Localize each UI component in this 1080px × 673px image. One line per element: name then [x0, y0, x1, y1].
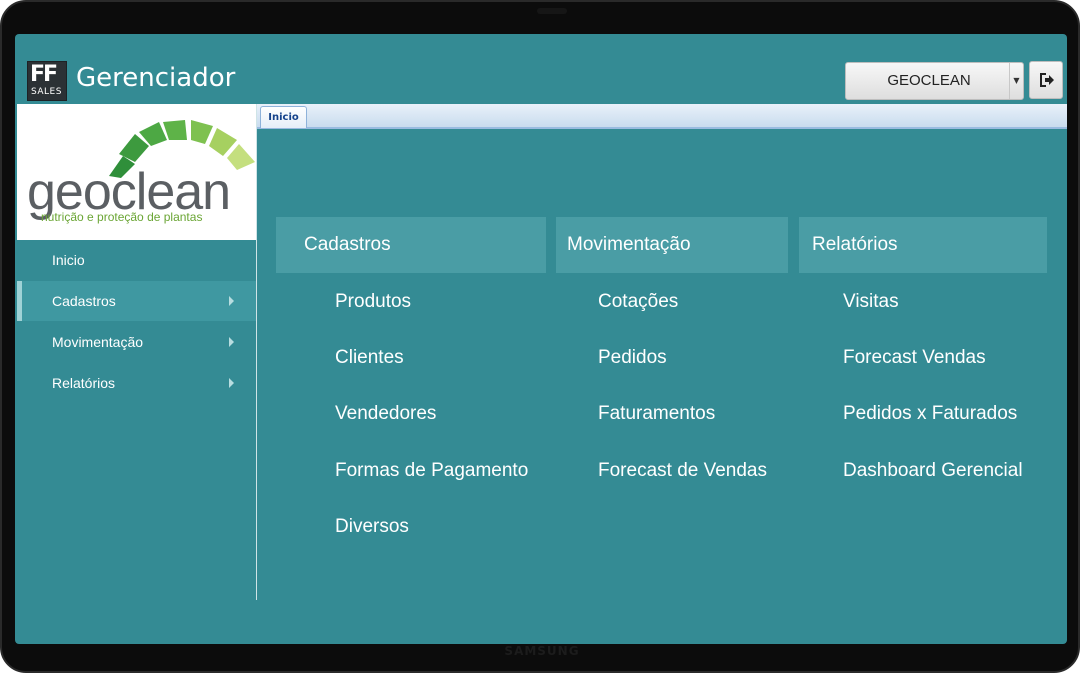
- sidebar-item-relatorios[interactable]: Relatórios: [17, 363, 256, 403]
- sidebar-item-label: Cadastros: [52, 293, 116, 309]
- device-brand-label: SAMSUNG: [504, 644, 580, 658]
- chevron-right-icon: [229, 296, 234, 306]
- tablet-frame: SAMSUNG FF SALES Gerenciador GEOCLEAN ▼: [0, 0, 1080, 673]
- logo-sales-text: SALES: [31, 87, 62, 97]
- sidebar-item-label: Inicio: [52, 252, 85, 268]
- menu-column-header-cadastros: Cadastros: [276, 217, 546, 273]
- menu-column-title: Movimentação: [567, 234, 691, 255]
- app-title: Gerenciador: [76, 63, 236, 93]
- logo-ff-text: FF: [30, 62, 58, 87]
- menu-link-pedidos[interactable]: Pedidos: [598, 346, 667, 370]
- camera-icon: [537, 8, 567, 14]
- menu-link-pedidos-x-faturados[interactable]: Pedidos x Faturados: [843, 402, 1017, 426]
- sidebar-item-cadastros[interactable]: Cadastros: [17, 281, 256, 321]
- menu-link-produtos[interactable]: Produtos: [335, 290, 411, 314]
- chevron-right-icon: [229, 337, 234, 347]
- menu-column-header-relatorios: Relatórios: [799, 217, 1047, 273]
- tab-bar: Inicio: [257, 104, 1067, 129]
- geoclean-tagline: nutrição e proteção de plantas: [41, 210, 203, 224]
- logout-button[interactable]: [1029, 61, 1063, 99]
- ff-sales-logo: FF SALES: [27, 61, 67, 101]
- menu-link-diversos[interactable]: Diversos: [335, 515, 409, 539]
- tab-inicio[interactable]: Inicio: [260, 106, 307, 128]
- sidebar-divider: [256, 104, 257, 600]
- menu-link-dashboard-gerencial[interactable]: Dashboard Gerencial: [843, 459, 1023, 483]
- sidebar: geoclean nutrição e proteção de plantas …: [15, 104, 256, 644]
- sign-out-icon: [1040, 73, 1054, 87]
- menu-link-cotacoes[interactable]: Cotações: [598, 290, 678, 314]
- app-screen: FF SALES Gerenciador GEOCLEAN ▼ geoclean…: [15, 34, 1067, 644]
- menu-link-formas-de-pagamento[interactable]: Formas de Pagamento: [335, 459, 528, 483]
- menu-link-vendedores[interactable]: Vendedores: [335, 402, 436, 426]
- sidebar-item-label: Movimentação: [52, 334, 144, 350]
- geoclean-logo: geoclean nutrição e proteção de plantas: [17, 104, 256, 240]
- sidebar-item-inicio[interactable]: Inicio: [17, 240, 256, 280]
- sidebar-item-label: Relatórios: [52, 375, 116, 391]
- menu-column-title: Cadastros: [304, 234, 391, 255]
- menu-link-faturamentos[interactable]: Faturamentos: [598, 402, 715, 426]
- sidebar-item-movimentacao[interactable]: Movimentação: [17, 322, 256, 362]
- menu-link-forecast-vendas[interactable]: Forecast Vendas: [843, 346, 986, 370]
- company-select-value[interactable]: GEOCLEAN: [846, 63, 1012, 99]
- menu-column-header-movimentacao: Movimentação: [556, 217, 788, 273]
- chevron-right-icon: [229, 378, 234, 388]
- menu-link-forecast-de-vendas[interactable]: Forecast de Vendas: [598, 459, 767, 483]
- company-select[interactable]: GEOCLEAN ▼: [845, 62, 1024, 100]
- chevron-down-icon[interactable]: ▼: [1009, 63, 1023, 99]
- menu-link-clientes[interactable]: Clientes: [335, 346, 404, 370]
- app-header: FF SALES Gerenciador GEOCLEAN ▼: [15, 34, 1067, 104]
- menu-column-title: Relatórios: [812, 234, 898, 255]
- menu-link-visitas[interactable]: Visitas: [843, 290, 899, 314]
